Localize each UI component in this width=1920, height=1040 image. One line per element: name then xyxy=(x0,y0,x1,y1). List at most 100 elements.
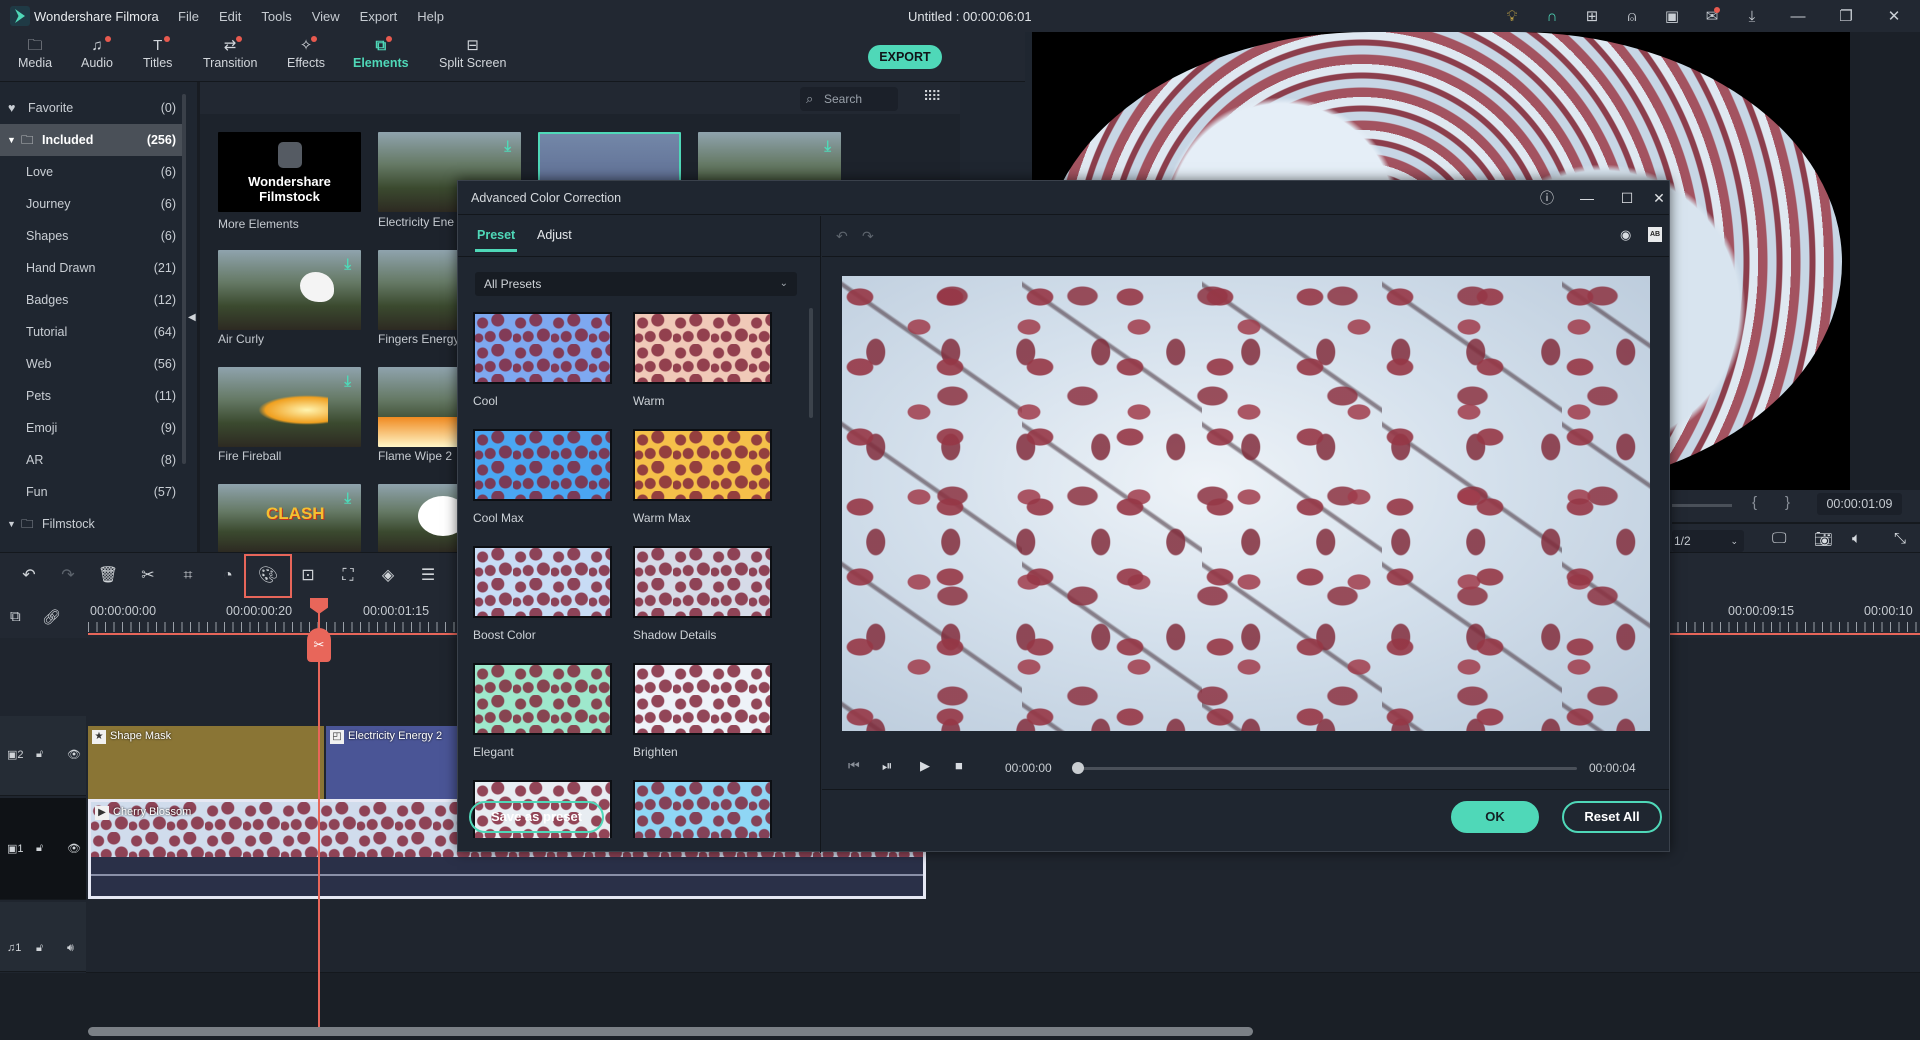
lock-icon[interactable]: 🔓︎ xyxy=(36,748,43,761)
speed-icon[interactable]: ◔ xyxy=(213,563,243,589)
collapse-sidebar-icon[interactable]: ◀ xyxy=(188,312,196,323)
preset-thumb[interactable] xyxy=(473,546,612,618)
sidebar-item-fun[interactable]: Fun (57) xyxy=(0,476,182,508)
sidebar-item-hand-drawn[interactable]: Hand Drawn (21) xyxy=(0,252,182,284)
download-icon[interactable]: ⤓ xyxy=(344,373,351,390)
tab-media[interactable]: 🗀 Media xyxy=(18,36,52,70)
sidebar-item-favorite[interactable]: ♥ Favorite (0) xyxy=(0,92,182,124)
redo-icon[interactable]: ↷ xyxy=(862,228,874,245)
adjust-icon[interactable]: ☰ xyxy=(413,563,443,589)
playhead[interactable] xyxy=(318,600,320,1030)
play-frame-icon[interactable]: ⏯ xyxy=(882,758,892,774)
menu-edit[interactable]: Edit xyxy=(219,9,241,24)
lock-icon[interactable]: 🔓︎ xyxy=(36,942,43,955)
sidebar-scrollbar[interactable] xyxy=(182,94,186,464)
mark-out-icon[interactable]: } xyxy=(1785,494,1790,511)
tab-transition[interactable]: ⇄ Transition xyxy=(203,36,257,70)
delete-icon[interactable]: 🗑︎ xyxy=(93,563,123,589)
player-progress-knob[interactable] xyxy=(1072,762,1084,774)
timeline-scrollbar[interactable] xyxy=(88,1027,1253,1036)
download-icon[interactable]: ⤓ xyxy=(344,490,351,507)
menu-tools[interactable]: Tools xyxy=(261,9,291,24)
account-icon[interactable]: ⍝ xyxy=(1612,0,1652,32)
cut-icon[interactable]: ✂ xyxy=(133,563,163,589)
download-icon[interactable]: ⤓ xyxy=(824,138,831,155)
save-as-preset-button[interactable]: Save as preset xyxy=(469,801,604,833)
ok-button[interactable]: OK xyxy=(1451,801,1539,833)
stabilize-icon[interactable]: ⛶ xyxy=(333,563,363,589)
sidebar-item-filmstock[interactable]: ▼ 🗀 Filmstock xyxy=(0,508,182,540)
link-icon[interactable]: 🔗︎ xyxy=(42,608,61,626)
eye-icon[interactable]: 👁︎ xyxy=(67,842,81,855)
element-thumb-air-curly[interactable]: ⤓ xyxy=(218,250,361,330)
headset-icon[interactable]: ∩ xyxy=(1532,0,1572,32)
tab-effects[interactable]: ✧ Effects xyxy=(287,36,325,70)
snapshot-icon[interactable]: 📷︎ xyxy=(1814,530,1833,548)
mark-in-icon[interactable]: { xyxy=(1752,494,1757,511)
preset-thumb[interactable] xyxy=(473,429,612,501)
preset-thumb[interactable] xyxy=(633,663,772,735)
play-icon[interactable]: ▶ xyxy=(920,758,930,774)
green-screen-icon[interactable]: ⊡ xyxy=(293,563,323,589)
lock-icon[interactable]: 🔓︎ xyxy=(36,842,43,855)
stop-icon[interactable]: ■ xyxy=(955,758,963,773)
player-progress-track[interactable] xyxy=(1077,767,1577,770)
help-icon[interactable]: ⓘ xyxy=(1535,188,1559,208)
eye-icon[interactable]: ◉ xyxy=(1620,227,1631,243)
display-icon[interactable]: 🖵 xyxy=(1772,530,1786,547)
filmstock-card[interactable]: Wondershare Filmstock xyxy=(218,132,361,212)
tab-split-screen[interactable]: ⊟ Split Screen xyxy=(439,36,506,70)
preset-thumb[interactable] xyxy=(633,546,772,618)
dialog-close-button[interactable]: ✕ xyxy=(1647,188,1671,208)
close-button[interactable]: ✕ xyxy=(1868,0,1920,32)
sidebar-item-pets[interactable]: Pets (11) xyxy=(0,380,182,412)
sidebar-item-badges[interactable]: Badges (12) xyxy=(0,284,182,316)
preset-thumb[interactable] xyxy=(473,663,612,735)
gift-icon[interactable]: ⊞ xyxy=(1572,0,1612,32)
tab-titles[interactable]: T Titles xyxy=(143,36,172,70)
dialog-minimize-button[interactable]: — xyxy=(1575,188,1599,208)
compare-ab-icon[interactable]: AB xyxy=(1648,227,1662,242)
menu-view[interactable]: View xyxy=(312,9,340,24)
menu-export[interactable]: Export xyxy=(360,9,398,24)
tab-elements[interactable]: ⧉ Elements xyxy=(353,36,409,70)
element-thumb-fire-fireball[interactable]: ⤓ xyxy=(218,367,361,447)
undo-icon[interactable]: ↶ xyxy=(14,563,44,589)
preset-thumb[interactable] xyxy=(633,312,772,384)
speaker-icon[interactable]: 🔊︎ xyxy=(67,942,74,955)
export-button[interactable]: EXPORT xyxy=(868,45,942,69)
download-icon[interactable]: ⤓ xyxy=(344,256,351,273)
quality-select[interactable]: 1/2 ⌄ xyxy=(1672,530,1744,552)
restore-button[interactable]: ❐ xyxy=(1824,0,1868,32)
color-palette-icon[interactable]: 🎨︎ xyxy=(244,554,292,598)
split-marker-icon[interactable]: ✂ xyxy=(307,628,331,662)
redo-icon[interactable]: ↷ xyxy=(53,563,83,589)
sidebar-item-ar[interactable]: AR (8) xyxy=(0,444,182,476)
preset-thumb[interactable] xyxy=(633,780,772,838)
sidebar-item-web[interactable]: Web (56) xyxy=(0,348,182,380)
element-thumb-clash[interactable]: ⤓ CLASH xyxy=(218,484,361,552)
eye-icon[interactable]: 👁︎ xyxy=(67,748,81,761)
download-icon[interactable]: ⤓ xyxy=(504,138,511,155)
mail-icon[interactable]: ✉ xyxy=(1692,0,1732,32)
sidebar-item-included[interactable]: ▼ 🗀 Included (256) xyxy=(0,124,182,156)
sidebar-item-tutorial[interactable]: Tutorial (64) xyxy=(0,316,182,348)
clip-electricity-energy[interactable]: ◰ Electricity Energy 2 xyxy=(326,726,458,800)
add-track-icon[interactable]: ⧉ xyxy=(10,608,21,625)
sidebar-item-emoji[interactable]: Emoji (9) xyxy=(0,412,182,444)
menu-help[interactable]: Help xyxy=(417,9,444,24)
crop-icon[interactable]: ⌗ xyxy=(173,563,203,589)
minimize-button[interactable]: — xyxy=(1772,0,1824,32)
preset-thumb[interactable] xyxy=(473,312,612,384)
undo-icon[interactable]: ↶ xyxy=(836,228,848,245)
dialog-maximize-button[interactable]: ☐ xyxy=(1615,188,1639,208)
reset-all-button[interactable]: Reset All xyxy=(1562,801,1662,833)
sidebar-item-shapes[interactable]: Shapes (6) xyxy=(0,220,182,252)
volume-icon[interactable]: 🔈︎ xyxy=(1852,530,1861,547)
preset-scrollbar[interactable] xyxy=(809,308,813,418)
sidebar-item-love[interactable]: Love (6) xyxy=(0,156,182,188)
clip-shape-mask[interactable]: ★ Shape Mask xyxy=(88,726,324,800)
preview-scrubber[interactable] xyxy=(1672,504,1732,507)
tab-audio[interactable]: ♫ Audio xyxy=(81,36,113,70)
sidebar-item-journey[interactable]: Journey (6) xyxy=(0,188,182,220)
